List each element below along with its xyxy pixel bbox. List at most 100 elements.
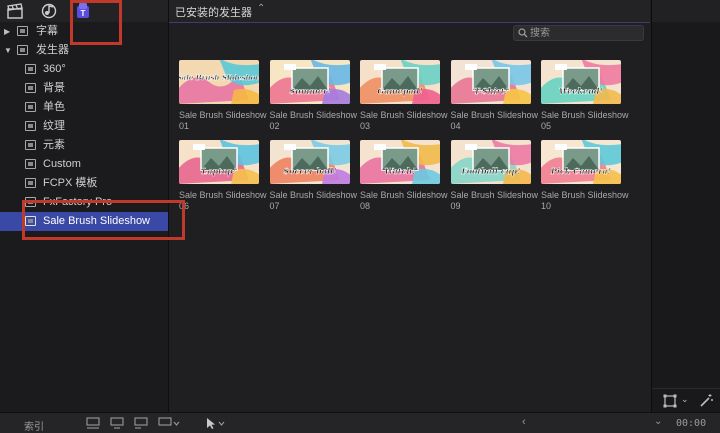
music-photo-icon[interactable] — [40, 2, 58, 20]
generator-tile-name: Sale Brush Slideshow 08 — [360, 190, 448, 211]
thumbnail-caption: Laptop! — [201, 166, 237, 176]
generator-thumbnail[interactable]: Weekend! — [541, 60, 621, 104]
generator-thumbnail[interactable]: Laptop! — [179, 140, 259, 184]
thumbnail-caption: Summer! — [289, 86, 331, 96]
browser-header: 已安装的发生器 ⌃ — [169, 0, 650, 23]
sidebar-item-label: 元素 — [43, 139, 65, 151]
generator-tile[interactable]: Laptop! Sale Brush Slideshow 06 — [179, 140, 267, 214]
category-icon — [25, 178, 36, 188]
generator-thumbnail[interactable]: T-Shirt! — [450, 60, 531, 104]
transform-icon[interactable] — [662, 393, 678, 409]
titles-generators-icon[interactable]: T — [74, 2, 92, 20]
search-input[interactable] — [530, 26, 640, 40]
app-window: T ▶ 字幕 ▼ 发生器 360° 背景单色纹理元素 Custom FCPX 模板 FxFact… — [0, 0, 720, 433]
svg-text:T: T — [81, 9, 86, 18]
generator-tile[interactable]: Sale Brush Slideshow Sale Brush Slideshow… — [179, 60, 267, 134]
browser-title[interactable]: 已安装的发生器 — [175, 4, 252, 20]
sidebar-item-label: 背景 — [43, 82, 65, 94]
generator-thumbnail[interactable]: Summer! — [269, 60, 350, 104]
generator-tile-name: Sale Brush Slideshow 10 — [541, 190, 629, 211]
chevron-down-icon[interactable]: ⌄ — [654, 416, 662, 427]
generator-thumbnail[interactable]: Pick Camera! — [541, 140, 621, 184]
sidebar-item-label: 纹理 — [43, 120, 65, 132]
timecode: 00:00 — [676, 418, 707, 429]
generator-tile[interactable]: Pick Camera! Sale Brush Slideshow 10 — [541, 140, 629, 214]
sidebar-item[interactable]: Custom — [0, 155, 168, 174]
category-icon — [25, 83, 36, 93]
generator-tile-name: Sale Brush Slideshow 04 — [450, 110, 539, 131]
generator-tile[interactable]: Soccer ball! Sale Brush Slideshow 07 — [269, 140, 357, 214]
generator-tile[interactable]: Weekend! Sale Brush Slideshow 05 — [541, 60, 629, 134]
category-icon — [25, 216, 36, 226]
inspector-panel: ⌄ — [651, 0, 720, 412]
thumbnail-caption: Soccer ball! — [283, 166, 337, 176]
magic-wand-icon[interactable] — [698, 393, 714, 409]
generator-thumbnail[interactable]: Watch! — [360, 140, 440, 184]
generator-tile-name: Sale Brush Slideshow 03 — [360, 110, 448, 131]
sidebar-item[interactable]: 背景 — [0, 79, 168, 98]
category-icon — [17, 45, 28, 55]
generator-tile[interactable]: Gamepad! Sale Brush Slideshow 03 — [360, 60, 448, 134]
generator-tile-name: Sale Brush Slideshow 02 — [269, 110, 358, 131]
thumbnail-caption: Watch! — [384, 166, 416, 176]
category-icon — [25, 197, 36, 207]
thumbnail-caption: Football cup! — [460, 166, 521, 176]
generator-tile-name: Sale Brush Slideshow 07 — [269, 190, 358, 211]
sidebar-item[interactable]: 纹理 — [0, 117, 168, 136]
search-field[interactable] — [513, 25, 644, 41]
generator-tile[interactable]: Summer! Sale Brush Slideshow 02 — [269, 60, 357, 134]
sidebar-item-label: Sale Brush Slideshow — [43, 215, 151, 227]
sidebar-item-label: 360° — [43, 63, 66, 75]
sidebar: T ▶ 字幕 ▼ 发生器 360° 背景单色纹理元素 Custom FCPX 模板 FxFact… — [0, 0, 169, 412]
category-icon — [25, 102, 36, 112]
generator-tile-name: Sale Brush Slideshow 05 — [541, 110, 629, 131]
generator-category-list: ▶ 字幕 ▼ 发生器 360° 背景单色纹理元素 Custom FCPX 模板 FxFactor… — [0, 22, 168, 231]
sidebar-item[interactable]: FxFactory Pro — [0, 193, 168, 212]
sidebar-item-label: 发生器 — [36, 44, 69, 56]
inspector-tools: ⌄ — [652, 388, 720, 413]
clip-connect-dropdown-icon[interactable] — [158, 417, 180, 430]
generator-tile-name: Sale Brush Slideshow 01 — [179, 110, 267, 131]
thumbnail-caption: Weekend! — [559, 86, 604, 96]
clip-append-icon[interactable] — [86, 417, 100, 430]
generator-thumbnail[interactable]: Sale Brush Slideshow — [179, 60, 259, 104]
generator-tile[interactable]: T-Shirt! Sale Brush Slideshow 04 — [450, 60, 538, 134]
clip-overwrite-icon[interactable] — [134, 417, 148, 430]
sidebar-item[interactable]: ▼ 发生器 — [0, 41, 168, 60]
disclosure-collapsed-icon[interactable]: ▶ — [4, 22, 13, 41]
sidebar-item[interactable]: 单色 — [0, 98, 168, 117]
sidebar-item-label: FCPX 模板 — [43, 177, 98, 189]
disclosure-expanded-icon[interactable]: ▼ — [4, 41, 13, 60]
generator-tile[interactable]: Watch! Sale Brush Slideshow 08 — [360, 140, 448, 214]
sidebar-item-label: 字幕 — [36, 25, 58, 37]
sidebar-item[interactable]: Sale Brush Slideshow — [0, 212, 168, 231]
thumbnail-caption: Gamepad! — [377, 86, 423, 96]
chevron-down-icon[interactable]: ⌄ — [681, 394, 689, 405]
clapper-icon[interactable] — [6, 2, 24, 20]
generator-tile-name: Sale Brush Slideshow 09 — [450, 190, 539, 211]
sidebar-item-label: Custom — [43, 158, 81, 170]
index-button[interactable]: 索引 — [24, 418, 44, 433]
chevron-left-icon[interactable]: ‹ — [522, 416, 526, 428]
generator-thumbnail[interactable]: Soccer ball! — [269, 140, 350, 184]
thumbnail-caption: Pick Camera! — [550, 166, 612, 176]
chevron-updown-icon[interactable]: ⌃ — [257, 3, 265, 14]
category-icon — [25, 159, 36, 169]
category-icon — [25, 140, 36, 150]
generator-thumbnail[interactable]: Gamepad! — [360, 60, 440, 104]
select-tool-icon[interactable] — [204, 417, 228, 430]
category-icon — [25, 121, 36, 131]
sidebar-item[interactable]: ▶ 字幕 — [0, 22, 168, 41]
clip-insert-icon[interactable] — [110, 417, 124, 430]
thumbnail-caption: T-Shirt! — [473, 86, 507, 96]
sidebar-item[interactable]: FCPX 模板 — [0, 174, 168, 193]
sidebar-toolbar: T — [0, 0, 168, 22]
sidebar-item-label: 单色 — [43, 101, 65, 113]
sidebar-item-label: FxFactory Pro — [43, 196, 113, 208]
sidebar-item[interactable]: 360° — [0, 60, 168, 79]
generator-thumbnail[interactable]: Football cup! — [450, 140, 531, 184]
sidebar-item[interactable]: 元素 — [0, 136, 168, 155]
generator-tile[interactable]: Football cup! Sale Brush Slideshow 09 — [450, 140, 538, 214]
timeline-toolbar: 索引 ‹ ⌄ 00:00 — [0, 412, 720, 433]
inspector-header — [652, 0, 720, 22]
